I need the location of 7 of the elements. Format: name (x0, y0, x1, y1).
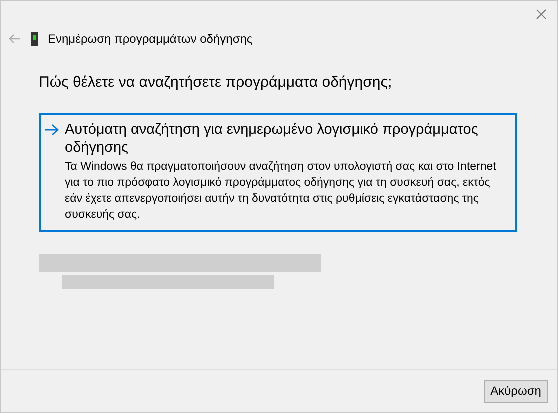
arrow-icon (45, 124, 59, 136)
close-icon[interactable] (536, 9, 547, 20)
question-heading: Πώς θέλετε να αναζητήσετε προγράμματα οδήγησης; (39, 74, 394, 91)
cancel-button[interactable]: Ακύρωση (484, 380, 548, 402)
window-title: Ενημέρωση προγραμμάτων οδήγησης (48, 32, 253, 46)
search-option[interactable]: Αυτόματη αναζήτηση για ενημερωμένο λογισμικό προγράμματος οδήγησης Τα Windows θα πραγματοποιήσουν αναζήτηση στον υπολογιστή σας και στο Internet για το πιο πρόσφατο λογισμικό προγράμματος οδήγησης για τη συσκευή σας, εκτός εάν έχετε απενεργοποιήσει αυτήν τη δυνατότητα στις ρυθμίσεις εγκατάστασης της συσκευής σας. (39, 113, 517, 232)
device-icon (31, 32, 38, 46)
